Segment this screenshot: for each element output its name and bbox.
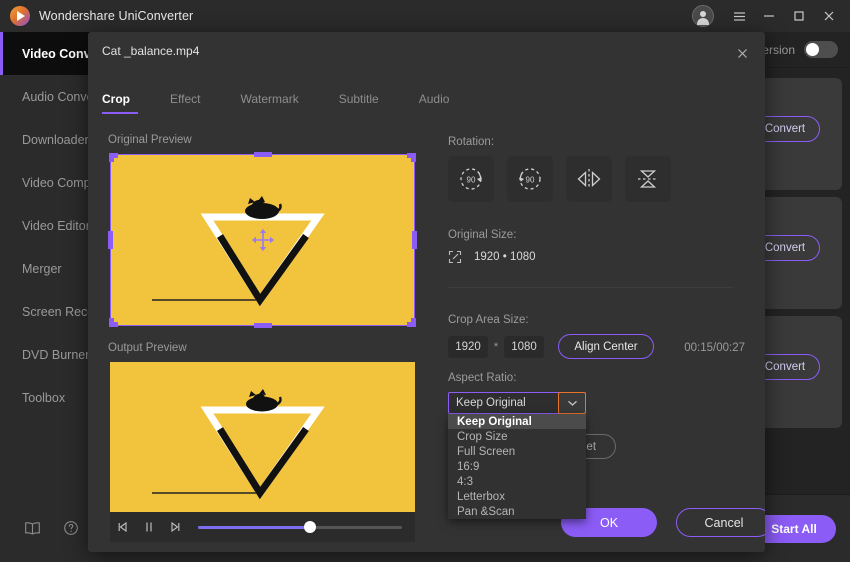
sidebar-bottom-bar [0,494,102,562]
sidebar-item-downloader[interactable]: Downloader [0,118,102,161]
original-preview[interactable] [108,152,417,328]
original-size-label: Original Size: [448,229,517,241]
dialog-actions: OK Cancel [88,504,765,552]
sidebar-item-dvd-burner[interactable]: DVD Burner [0,333,102,376]
sidebar-item-video-compressor[interactable]: Video Compressor [0,161,125,204]
tab-watermark[interactable]: Watermark [240,92,316,114]
original-size-row: 1920 • 1080 [448,250,536,264]
aspect-ratio-select[interactable]: Keep Original [448,391,586,414]
divider [448,287,733,288]
sidebar-item-label: Video Editor [22,218,90,233]
crop-options-panel: Rotation: 90 90 Original Size: 1920 • 10… [446,124,746,552]
aspect-ratio-value: Keep Original [456,397,526,409]
sidebar-item-video-editor[interactable]: Video Editor [0,204,102,247]
book-icon[interactable] [24,521,41,536]
dropdown-item[interactable]: 4:3 [448,474,586,489]
dropdown-item[interactable]: Keep Original [448,414,586,429]
sidebar-item-merger[interactable]: Merger [0,247,102,290]
align-center-button[interactable]: Align Center [558,334,654,359]
tab-crop[interactable]: Crop [102,92,148,114]
flip-horizontal-icon[interactable] [566,156,612,202]
aspect-ratio-label: Aspect Ratio: [448,372,517,384]
sidebar-item-label: DVD Burner [22,347,90,362]
dialog-header: Cat _balance.mp4 [88,32,765,88]
tab-effect[interactable]: Effect [170,92,218,114]
sidebar-item-label: Toolbox [22,390,66,405]
tab-label: Watermark [240,92,299,106]
svg-text:90: 90 [467,176,476,185]
cancel-button[interactable]: Cancel [676,508,765,537]
tab-label: Crop [102,92,130,106]
rotation-label: Rotation: [448,136,495,148]
dialog-close-icon[interactable] [729,40,755,66]
sidebar-item-toolbox[interactable]: Toolbox [0,376,102,419]
sidebar-item-label: Downloader [22,132,89,147]
tab-subtitle[interactable]: Subtitle [339,92,397,114]
crop-area-size-label: Crop Area Size: [448,314,529,326]
app-title: Wondershare UniConverter [39,9,194,23]
close-icon[interactable] [814,1,844,31]
expand-icon [448,250,462,264]
minimize-icon[interactable] [754,1,784,31]
crop-size-separator: * [493,340,499,353]
svg-text:90: 90 [526,176,535,185]
output-preview [110,362,415,512]
rotate-right-90-icon[interactable]: 90 [448,156,494,202]
tab-label: Subtitle [338,92,379,106]
conversion-toggle[interactable] [804,41,838,58]
original-size-value: 1920 • 1080 [474,251,536,263]
tab-label: Audio [418,92,450,106]
hamburger-menu-icon[interactable] [724,1,754,31]
sidebar: Video Converter Audio Converter Download… [0,32,125,494]
flip-vertical-icon[interactable] [625,156,671,202]
dialog-tabs: Crop Effect Watermark Subtitle Audio [88,92,765,120]
crop-dialog: Cat _balance.mp4 Crop Effect Watermark S… [88,32,765,552]
crop-height-input[interactable]: 1080 [504,335,544,358]
help-icon[interactable] [63,520,79,536]
dialog-body: Original Preview Output Preview 00:15/00… [88,124,765,552]
title-bar: Wondershare UniConverter [0,0,850,32]
crop-width-input[interactable]: 1920 [448,335,488,358]
sidebar-item-screen-recorder[interactable]: Screen Recorder [0,290,117,333]
dropdown-item[interactable]: Full Screen [448,444,586,459]
dropdown-item[interactable]: Pan &Scan [448,504,586,519]
dropdown-item[interactable]: 16:9 [448,459,586,474]
sidebar-item-label: Merger [22,261,62,276]
crop-area-size-row: 1920 * 1080 Align Center [448,334,654,359]
rotate-left-90-icon[interactable]: 90 [507,156,553,202]
tab-label: Effect [170,92,201,106]
maximize-icon[interactable] [784,1,814,31]
original-preview-label: Original Preview [108,134,192,146]
chevron-down-icon[interactable] [558,391,586,414]
aspect-ratio-dropdown: Keep Original Crop Size Full Screen 16:9… [448,414,586,519]
account-avatar-icon[interactable] [692,5,714,27]
rotation-buttons: 90 90 [448,156,671,202]
tab-audio[interactable]: Audio [419,92,468,114]
dialog-title: Cat _balance.mp4 [102,44,200,58]
move-cursor-icon [250,227,276,253]
sidebar-item-video-converter[interactable]: Video Converter [0,32,118,75]
sidebar-item-audio-converter[interactable]: Audio Converter [0,75,112,118]
dropdown-item[interactable]: Crop Size [448,429,586,444]
output-preview-label: Output Preview [108,342,187,354]
dropdown-item[interactable]: Letterbox [448,489,586,504]
application-window: Wondershare UniConverter Video Converter… [0,0,850,562]
titlebar-controls [692,0,850,32]
app-logo-icon [10,6,30,26]
